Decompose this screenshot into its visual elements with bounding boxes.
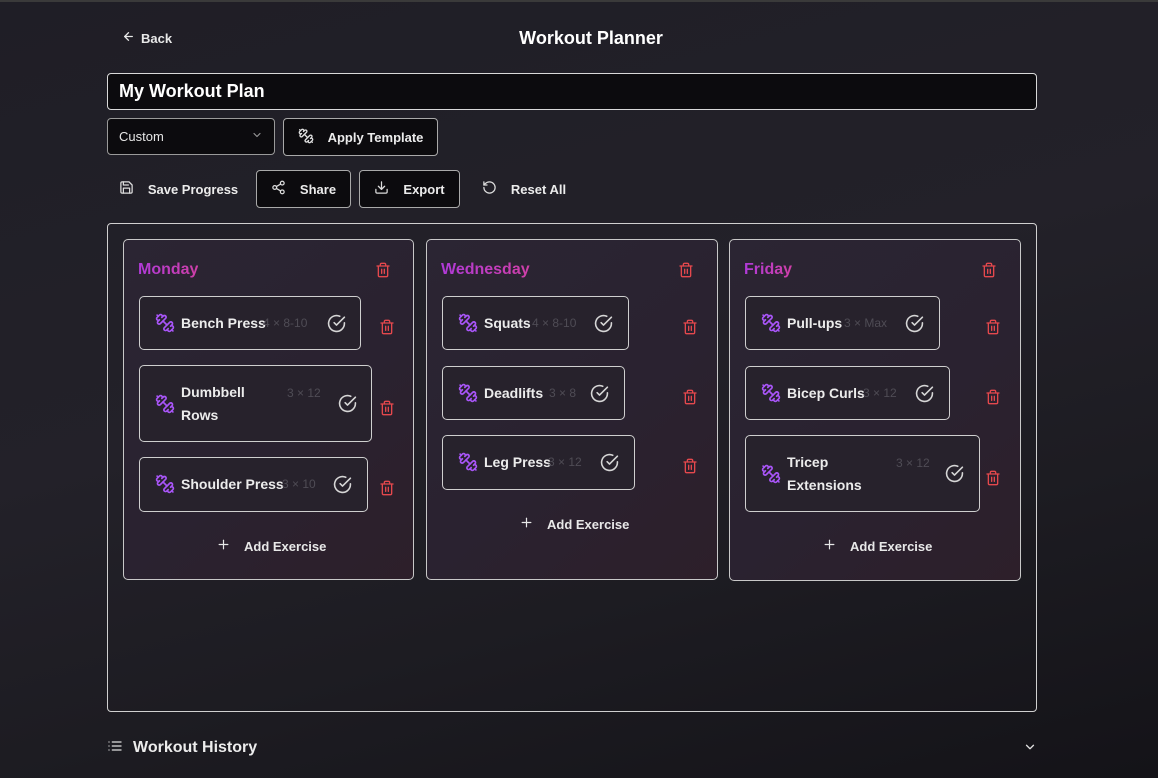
- exercise-sets: 3 × 10: [282, 477, 316, 491]
- exercise-sets: 4 × 8-10: [263, 316, 308, 330]
- share-button[interactable]: Share: [256, 170, 351, 208]
- trash-icon[interactable]: [682, 319, 698, 335]
- trash-icon[interactable]: [682, 458, 698, 474]
- trash-icon[interactable]: [379, 480, 395, 496]
- exercise-card[interactable]: Squats 4 × 8-10: [442, 296, 629, 350]
- exercise-card[interactable]: Dumbbell Rows 3 × 12: [139, 365, 372, 442]
- dumbbell-icon: [458, 313, 478, 333]
- check-circle-icon[interactable]: [327, 314, 346, 333]
- dumbbell-icon: [298, 128, 314, 147]
- add-exercise-button[interactable]: Add Exercise: [823, 538, 932, 554]
- day-column-monday: Monday Bench Press 4 × 8-10 Dumbbell Row…: [123, 239, 414, 580]
- exercise-sets: 3 × 12: [896, 456, 930, 470]
- apply-template-label: Apply Template: [327, 129, 424, 145]
- export-button[interactable]: Export: [359, 170, 460, 208]
- dumbbell-icon: [155, 313, 175, 333]
- day-title: Friday: [744, 261, 793, 278]
- check-circle-icon[interactable]: [338, 394, 357, 413]
- page-title: Workout Planner: [519, 28, 663, 48]
- exercise-card[interactable]: Tricep Extensions 3 × 12: [745, 435, 980, 512]
- check-circle-icon[interactable]: [590, 384, 609, 403]
- trash-icon[interactable]: [985, 470, 1001, 486]
- template-select-value: Custom: [119, 129, 164, 144]
- workout-history-toggle[interactable]: Workout History: [107, 737, 1037, 759]
- exercise-card[interactable]: Deadlifts 3 × 8: [442, 366, 625, 420]
- workout-board: Monday Bench Press 4 × 8-10 Dumbbell Row…: [107, 223, 1037, 712]
- check-circle-icon[interactable]: [905, 314, 924, 333]
- save-icon: [119, 180, 134, 198]
- exercise-name: Leg Press: [484, 454, 551, 470]
- reset-all-button[interactable]: Reset All: [468, 170, 580, 208]
- day-title: Monday: [138, 261, 199, 278]
- day-column-friday: Friday Pull-ups 3 × Max Bicep Curls 3 × …: [729, 239, 1021, 581]
- exercise-name: Bicep Curls: [787, 385, 865, 401]
- rotate-ccw-icon: [482, 180, 497, 198]
- exercise-sets: 3 × 12: [287, 386, 321, 400]
- add-exercise-label: Add Exercise: [850, 538, 933, 554]
- add-exercise-label: Add Exercise: [547, 516, 630, 532]
- exercise-sets: 4 × 8-10: [532, 316, 577, 330]
- trash-icon[interactable]: [375, 262, 391, 278]
- dumbbell-icon: [761, 383, 781, 403]
- list-icon: [107, 738, 123, 759]
- check-circle-icon[interactable]: [600, 453, 619, 472]
- day-column-wednesday: Wednesday Squats 4 × 8-10 Deadlifts 3 × …: [426, 239, 718, 580]
- check-circle-icon[interactable]: [333, 475, 352, 494]
- save-progress-label: Save Progress: [147, 181, 239, 197]
- apply-template-button[interactable]: Apply Template: [283, 118, 438, 156]
- template-select[interactable]: Custom: [107, 118, 275, 155]
- exercise-name: Bench Press: [181, 315, 266, 331]
- check-circle-icon[interactable]: [915, 384, 934, 403]
- exercise-sets: 3 × 8: [549, 386, 577, 400]
- exercise-name: Shoulder Press: [181, 476, 284, 492]
- chevron-down-icon: [251, 129, 263, 144]
- plus-icon: [217, 538, 230, 554]
- dumbbell-icon: [155, 394, 175, 414]
- exercise-name: Dumbbell Rows: [181, 384, 245, 423]
- exercise-card[interactable]: Bench Press 4 × 8-10: [139, 296, 361, 350]
- exercise-sets: 3 × Max: [844, 316, 888, 330]
- workout-history-label: Workout History: [133, 739, 258, 756]
- exercise-card[interactable]: Leg Press 3 × 12: [442, 435, 635, 490]
- exercise-name: Pull-ups: [787, 315, 843, 331]
- trash-icon[interactable]: [678, 262, 694, 278]
- check-circle-icon[interactable]: [594, 314, 613, 333]
- exercise-sets: 3 × 12: [548, 455, 582, 469]
- exercise-name: Squats: [484, 315, 531, 331]
- exercise-name: Deadlifts: [484, 385, 544, 401]
- download-icon: [374, 180, 389, 198]
- trash-icon[interactable]: [981, 262, 997, 278]
- share-label: Share: [299, 181, 337, 197]
- exercise-card[interactable]: Pull-ups 3 × Max: [745, 296, 940, 350]
- dumbbell-icon: [458, 383, 478, 403]
- plus-icon: [520, 516, 533, 532]
- add-exercise-label: Add Exercise: [244, 538, 327, 554]
- share-icon: [271, 180, 286, 198]
- dumbbell-icon: [155, 474, 175, 494]
- trash-icon[interactable]: [379, 400, 395, 416]
- trash-icon[interactable]: [379, 319, 395, 335]
- check-circle-icon[interactable]: [945, 464, 964, 483]
- exercise-card[interactable]: Bicep Curls 3 × 12: [745, 366, 950, 420]
- exercise-name: Tricep Extensions: [787, 454, 862, 493]
- plus-icon: [823, 538, 836, 554]
- chevron-down-icon: [1023, 740, 1037, 759]
- exercise-sets: 3 × 12: [863, 386, 897, 400]
- dumbbell-icon: [761, 313, 781, 333]
- trash-icon[interactable]: [682, 389, 698, 405]
- add-exercise-button[interactable]: Add Exercise: [520, 516, 629, 532]
- plan-name-input[interactable]: [107, 73, 1037, 110]
- add-exercise-button[interactable]: Add Exercise: [217, 538, 326, 554]
- reset-all-label: Reset All: [510, 181, 567, 197]
- dumbbell-icon: [458, 452, 478, 472]
- dumbbell-icon: [761, 464, 781, 484]
- trash-icon[interactable]: [985, 389, 1001, 405]
- save-progress-button[interactable]: Save Progress: [107, 170, 250, 208]
- export-label: Export: [403, 181, 445, 197]
- exercise-card[interactable]: Shoulder Press 3 × 10: [139, 457, 368, 512]
- day-title: Wednesday: [441, 261, 530, 278]
- trash-icon[interactable]: [985, 319, 1001, 335]
